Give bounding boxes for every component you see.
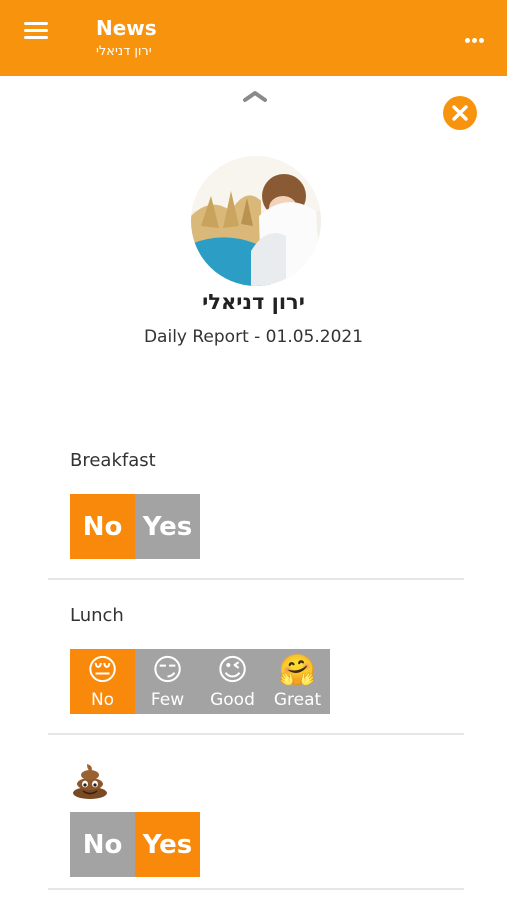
option-label: No [82, 511, 123, 542]
poop-toggle: No Yes [70, 812, 200, 877]
top-app-bar: News ירון דניאלי [0, 0, 507, 76]
lunch-no-button[interactable]: 😔 No [70, 649, 135, 714]
divider [48, 733, 464, 735]
breakfast-yes-button[interactable]: Yes [135, 494, 200, 559]
menu-icon[interactable] [24, 22, 48, 42]
option-label: No [90, 689, 115, 710]
app-subtitle: ירון דניאלי [96, 44, 152, 59]
option-label: Few [150, 689, 185, 710]
hug-face-icon: 🤗 [278, 652, 317, 688]
divider [48, 888, 464, 890]
breakfast-no-button[interactable]: No [70, 494, 135, 559]
breakfast-toggle: No Yes [70, 494, 200, 559]
more-options-icon[interactable] [465, 28, 487, 43]
option-label: Great [273, 689, 322, 710]
breakfast-label: Breakfast [70, 450, 156, 471]
smirk-face-icon: 😏 [151, 652, 184, 688]
lunch-good-button[interactable]: 😉 Good [200, 649, 265, 714]
close-button[interactable] [443, 96, 477, 130]
report-title: Daily Report - 01.05.2021 [143, 327, 364, 347]
lunch-great-button[interactable]: 🤗 Great [265, 649, 330, 714]
chevron-up-icon[interactable] [242, 88, 268, 104]
option-label: Good [210, 689, 255, 710]
child-name: ירון דניאלי [202, 290, 305, 314]
poop-no-button[interactable]: No [70, 812, 135, 877]
poop-yes-button[interactable]: Yes [135, 812, 200, 877]
option-label: Yes [142, 511, 193, 542]
poop-icon [73, 764, 107, 799]
option-label: No [82, 829, 123, 860]
close-icon [452, 105, 468, 121]
divider [48, 578, 464, 580]
avatar [191, 156, 321, 286]
lunch-label: Lunch [70, 605, 124, 626]
wink-face-icon: 😉 [216, 652, 249, 688]
sad-face-icon: 😔 [86, 652, 119, 688]
daily-report-sheet: ירון דניאלי Daily Report - 01.05.2021 Br… [0, 76, 507, 900]
app-title: News [96, 16, 157, 40]
lunch-rating: 😔 No 😏 Few 😉 Good 🤗 Great [70, 649, 330, 714]
option-label: Yes [142, 829, 193, 860]
lunch-few-button[interactable]: 😏 Few [135, 649, 200, 714]
